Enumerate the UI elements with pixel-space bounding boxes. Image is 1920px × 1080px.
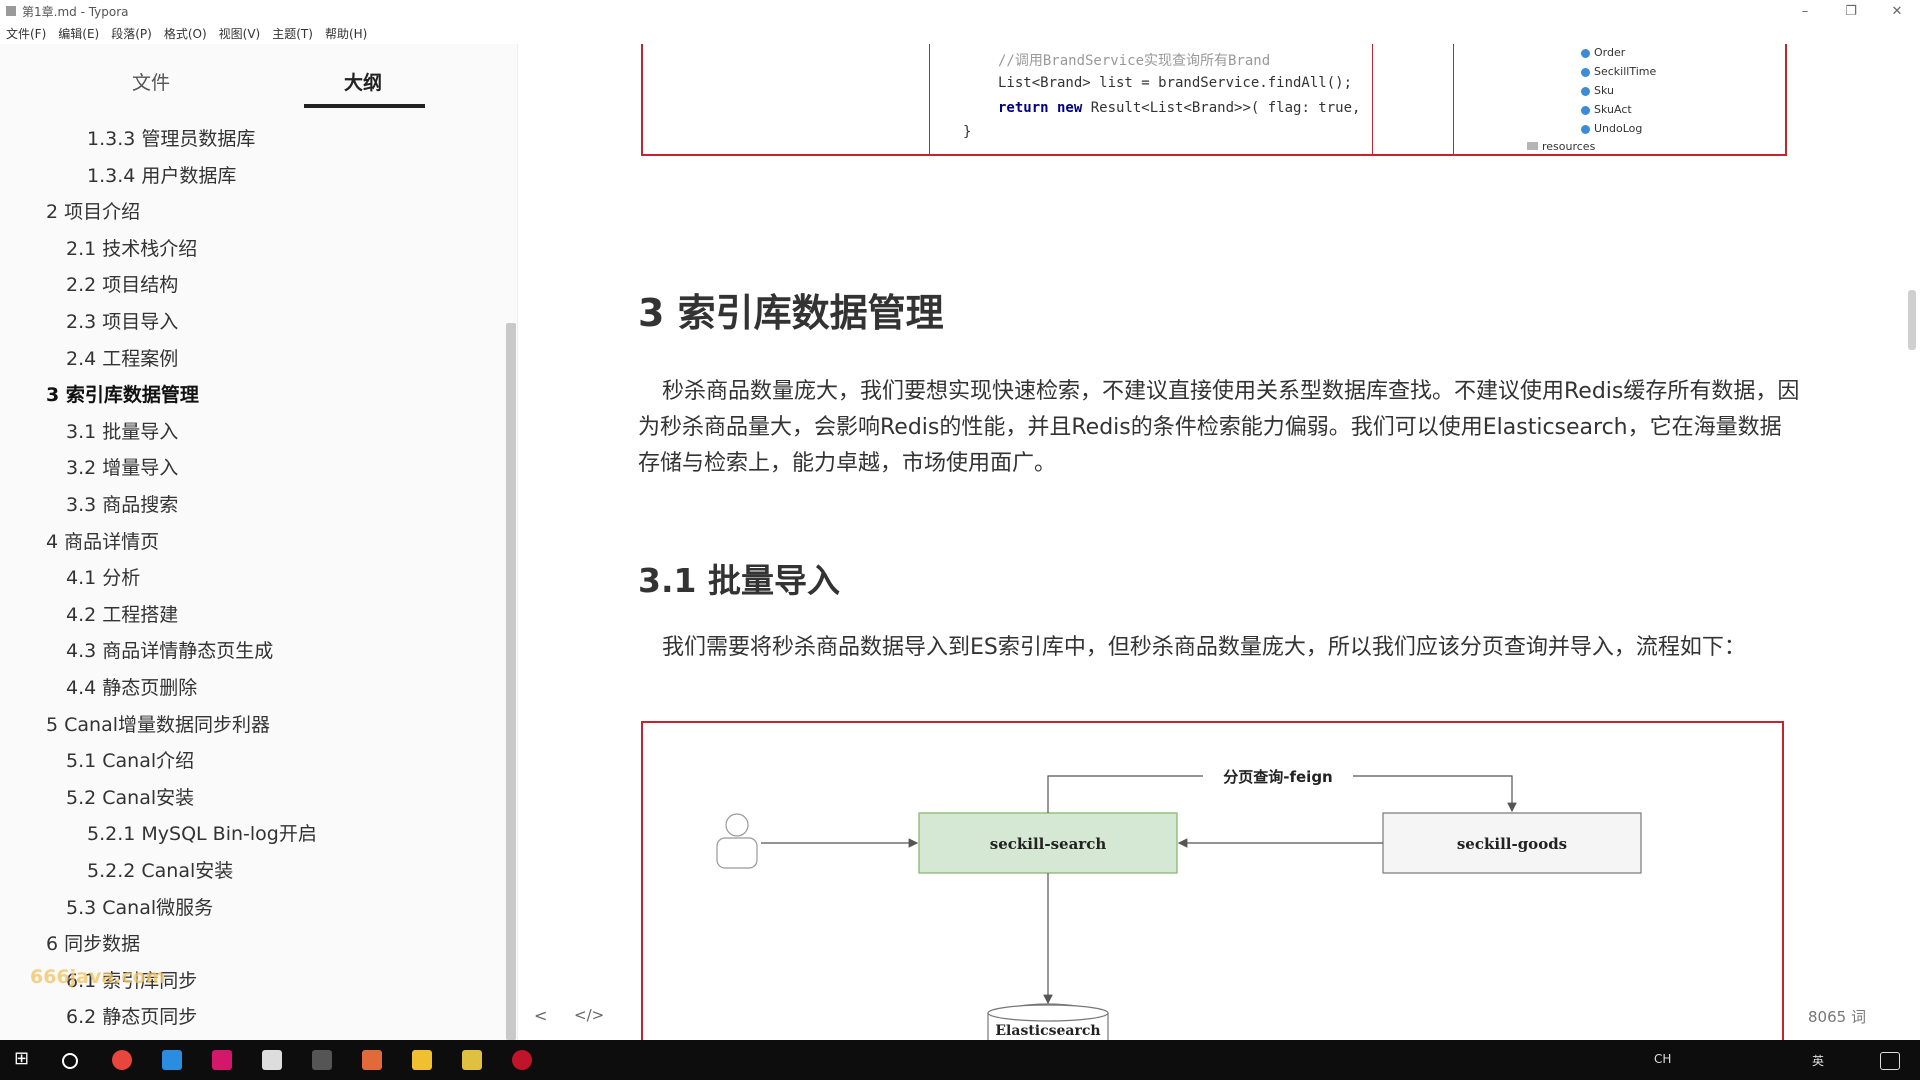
outline-item[interactable]: 2.4 工程案例: [66, 344, 178, 371]
outline-item[interactable]: 5.1 Canal介绍: [66, 746, 194, 773]
tree-item: UndoLog: [1581, 122, 1642, 135]
typora-icon: [6, 6, 16, 16]
tree-item: Sku: [1581, 84, 1614, 97]
app-icon[interactable]: [362, 1050, 382, 1070]
tree-item: Order: [1581, 46, 1625, 59]
editor-scrollbar[interactable]: [1908, 290, 1916, 350]
outline-item[interactable]: 6.2 静态页同步: [66, 1002, 197, 1029]
outline-item[interactable]: 2.1 技术栈介绍: [66, 234, 197, 261]
paragraph-intro: 秒杀商品数量庞大，我们要想实现快速检索，不建议直接使用关系型数据库查找。不建议使…: [638, 379, 1800, 476]
code-line-2-rest: Result<List<Brand>>( flag: true,: [1082, 100, 1361, 116]
tab-files[interactable]: 文件: [132, 68, 170, 95]
code-line-3: }: [963, 124, 972, 140]
editor-area[interactable]: //调用BrandService实现查询所有Brand List<Brand> …: [518, 44, 1920, 1040]
user-icon: [716, 813, 758, 869]
node-elasticsearch-label: Elasticsearch: [995, 1023, 1100, 1039]
outline-item[interactable]: 3.3 商品搜索: [66, 490, 178, 517]
outline-item[interactable]: 3 索引库数据管理: [46, 380, 199, 407]
watermark-text: 666java.com: [30, 966, 166, 988]
outline-item[interactable]: 4 商品详情页: [46, 527, 159, 554]
outline-item[interactable]: 6 同步数据: [46, 929, 140, 956]
outline-item[interactable]: 2 项目介绍: [46, 197, 140, 224]
menu-format[interactable]: 格式(O): [158, 25, 213, 42]
chrome-icon[interactable]: [112, 1050, 132, 1070]
outline-item[interactable]: 4.3 商品详情静态页生成: [66, 636, 273, 663]
menu-theme[interactable]: 主题(T): [266, 25, 319, 42]
tree-item: SkuAct: [1581, 103, 1632, 116]
tab-outline[interactable]: 大纲: [344, 68, 382, 95]
typora-taskbar-icon[interactable]: [262, 1050, 282, 1070]
word-count[interactable]: 8065 词: [1808, 1006, 1866, 1027]
outline-item[interactable]: 2.2 项目结构: [66, 270, 178, 297]
input-lang-indicator[interactable]: CH: [1654, 1052, 1671, 1066]
sidebar-scrollbar[interactable]: [506, 323, 516, 1040]
terminal-icon[interactable]: [312, 1050, 332, 1070]
node-seckill-goods-label: seckill-goods: [1457, 835, 1567, 853]
class-icon: [1581, 48, 1590, 58]
window-title: 第1章.md - Typora: [22, 4, 129, 19]
outline-item[interactable]: 4.4 静态页删除: [66, 673, 197, 700]
ime-indicator[interactable]: 英: [1812, 1052, 1824, 1069]
chevron-left-icon[interactable]: <: [534, 1006, 547, 1025]
class-icon: [1581, 124, 1590, 134]
outline-item[interactable]: 1.3.3 管理员数据库: [87, 124, 255, 151]
intellij-icon[interactable]: [212, 1050, 232, 1070]
code-line-1: List<Brand> list = brandService.findAll(…: [998, 75, 1353, 91]
code-line-2: return new Result<List<Brand>>( flag: tr…: [998, 100, 1360, 116]
menu-edit[interactable]: 编辑(E): [52, 25, 105, 42]
outline-item[interactable]: 5.2 Canal安装: [66, 783, 194, 810]
feign-label: 分页查询-feign: [1223, 768, 1332, 786]
outline-item[interactable]: 5.3 Canal微服务: [66, 893, 213, 920]
outline-item[interactable]: 5.2.1 MySQL Bin-log开启: [87, 819, 317, 846]
taskbar: ⊞ CH 英: [0, 1040, 1920, 1080]
tree-item: resources: [1527, 140, 1595, 153]
sidebar-tabs: 文件 大纲: [0, 44, 517, 108]
outline-item[interactable]: 3.2 增量导入: [66, 453, 178, 480]
file-explorer-icon[interactable]: [412, 1050, 432, 1070]
code-divider: [1453, 44, 1454, 154]
code-divider: [1372, 44, 1373, 154]
source-code-toggle-icon[interactable]: </>: [574, 1006, 604, 1024]
minimize-button[interactable]: –: [1782, 4, 1828, 19]
code-divider: [929, 44, 930, 154]
close-button[interactable]: ✕: [1874, 4, 1920, 19]
outline-item[interactable]: 5.2.2 Canal安装: [87, 856, 233, 883]
menu-paragraph[interactable]: 段落(P): [105, 25, 158, 42]
active-tab-indicator: [304, 104, 425, 108]
outline-item[interactable]: 5 Canal增量数据同步利器: [46, 710, 270, 737]
code-comment: //调用BrandService实现查询所有Brand: [998, 53, 1271, 69]
heading-3-1: 3.1 批量导入: [638, 561, 840, 600]
outline-item[interactable]: 4.1 分析: [66, 563, 140, 590]
search-icon[interactable]: [62, 1053, 78, 1069]
node-seckill-search-label: seckill-search: [990, 835, 1107, 853]
menu-view[interactable]: 视图(V): [213, 25, 267, 42]
tree-item: SeckillTime: [1581, 65, 1656, 78]
record-icon[interactable]: [512, 1050, 532, 1070]
app-icon[interactable]: [162, 1050, 182, 1070]
folder-icon: [1527, 142, 1538, 150]
restore-button[interactable]: ❐: [1828, 4, 1874, 19]
code-keyword: return new: [998, 100, 1083, 116]
outline-item[interactable]: 1.3.4 用户数据库: [87, 161, 236, 188]
outline-item[interactable]: 3.1 批量导入: [66, 417, 178, 444]
outline-item[interactable]: 4.2 工程搭建: [66, 600, 178, 627]
menu-help[interactable]: 帮助(H): [319, 25, 373, 42]
menu-bar: 文件(F) 编辑(E) 段落(P) 格式(O) 视图(V) 主题(T) 帮助(H…: [0, 22, 1920, 44]
outline-item[interactable]: 2.3 项目导入: [66, 307, 178, 334]
notification-icon[interactable]: [1880, 1052, 1900, 1070]
flow-diagram-image: seckill-search seckill-goods 分页查询-feign …: [641, 721, 1784, 1040]
sidebar: 文件 大纲 1.3.3 管理员数据库 1.3.4 用户数据库 2 项目介绍 2.1 技…: [0, 44, 518, 1040]
class-icon: [1581, 86, 1590, 96]
app-icon[interactable]: [462, 1050, 482, 1070]
windows-start-icon[interactable]: ⊞: [14, 1048, 34, 1069]
heading-3: 3 索引库数据管理: [638, 291, 944, 335]
class-icon: [1581, 67, 1590, 77]
flow-diagram: seckill-search seckill-goods 分页查询-feign …: [716, 765, 1642, 1040]
paragraph-batch-import: 我们需要将秒杀商品数据导入到ES索引库中，但秒杀商品数量庞大，所以我们应该分页查…: [662, 635, 1746, 660]
title-bar: 第1章.md - Typora – ❐ ✕: [0, 0, 1920, 22]
menu-file[interactable]: 文件(F): [0, 25, 52, 42]
class-icon: [1581, 105, 1590, 115]
code-screenshot-image: //调用BrandService实现查询所有Brand List<Brand> …: [641, 44, 1787, 156]
